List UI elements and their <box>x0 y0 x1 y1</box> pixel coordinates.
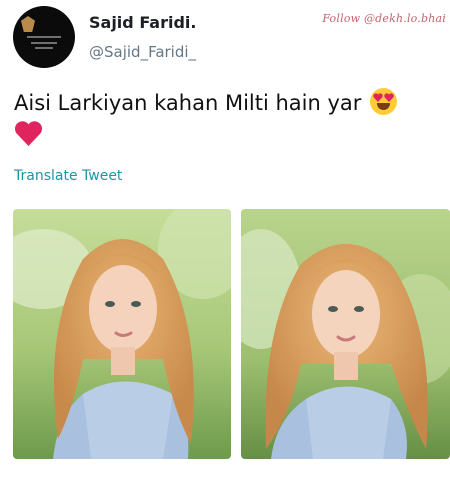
tweet-text: Aisi Larkiyan kahan Milti hain yar <box>14 88 398 115</box>
avatar-decoration <box>27 36 61 38</box>
heart-eyes-emoji-icon <box>370 88 398 115</box>
tweet-photo-2[interactable] <box>241 209 450 459</box>
tweet-photo-1[interactable] <box>13 209 231 459</box>
portrait-photo-icon <box>13 209 231 459</box>
avatar-decoration <box>35 47 53 49</box>
translate-tweet-link[interactable]: Translate Tweet <box>14 168 122 184</box>
portrait-photo-icon <box>241 209 450 459</box>
author-avatar[interactable] <box>13 6 75 68</box>
profile-logo-icon <box>21 16 35 32</box>
author-handle[interactable]: @Sajid_Faridi_ <box>89 43 196 61</box>
watermark-text: Follow @dekh.lo.bhai <box>322 12 446 25</box>
author-display-name[interactable]: Sajid Faridi. <box>89 13 197 32</box>
avatar-decoration <box>31 42 57 44</box>
red-heart-emoji-icon <box>14 121 43 146</box>
tweet-text-content: Aisi Larkiyan kahan Milti hain yar <box>14 91 362 115</box>
